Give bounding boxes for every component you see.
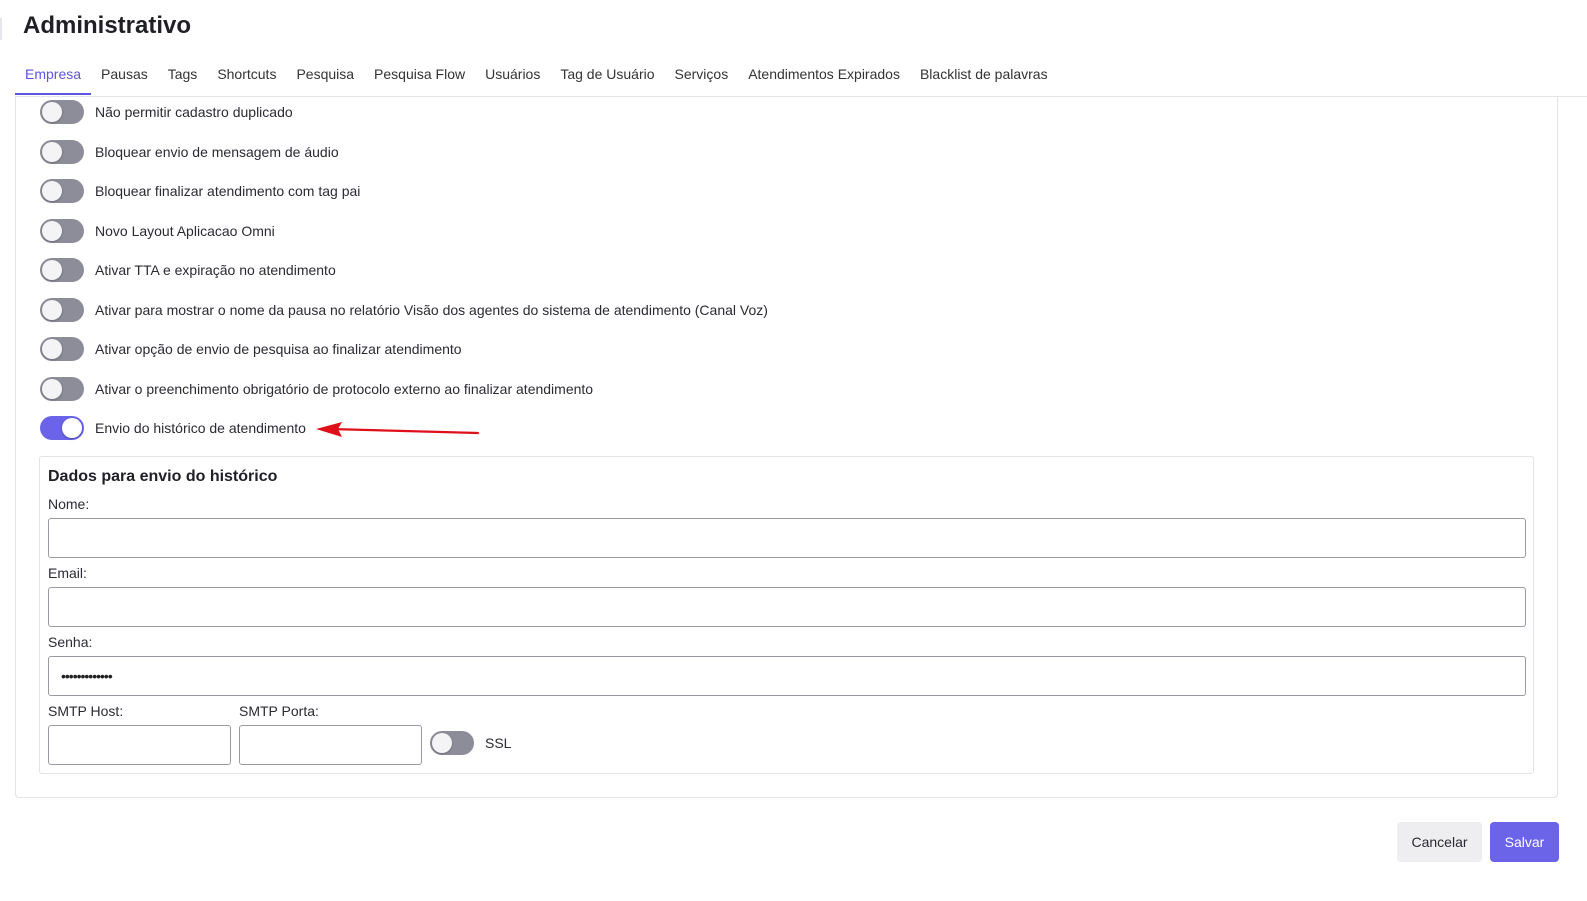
tab-shortcuts[interactable]: Shortcuts	[207, 59, 286, 95]
setting-label: Ativar o preenchimento obrigatório de pr…	[95, 380, 594, 397]
annotation-arrow-icon	[316, 422, 480, 437]
email-label: Email:	[48, 565, 87, 581]
setting-row-bloquear-audio: Bloquear envio de mensagem de áudio	[40, 139, 940, 164]
toggle-knob	[42, 181, 62, 201]
setting-row-bloquear-tag-pai: Bloquear finalizar atendimento com tag p…	[40, 179, 940, 203]
ssl-toggle[interactable]	[430, 731, 474, 755]
tab-blacklist-de-palavras[interactable]: Blacklist de palavras	[910, 59, 1058, 95]
toggle-knob	[42, 141, 62, 162]
setting-label: Ativar para mostrar o nome da pausa no r…	[95, 301, 768, 318]
senha-field[interactable]	[48, 656, 1526, 696]
tab-atendimentos-expirados[interactable]: Atendimentos Expirados	[738, 59, 910, 95]
setting-row-protocolo-externo: Ativar o preenchimento obrigatório de pr…	[40, 376, 940, 401]
tab-pausas[interactable]: Pausas	[91, 59, 158, 95]
toggle-switch[interactable]	[40, 100, 84, 124]
toggle-knob	[42, 339, 62, 359]
page-title: Administrativo	[23, 12, 192, 39]
toggle-switch[interactable]	[40, 139, 84, 164]
setting-row-novo-layout: Novo Layout Aplicacao Omni	[40, 218, 940, 243]
toggle-switch-envio-historico[interactable]	[40, 416, 84, 440]
setting-label: Ativar TTA e expiração no atendimento	[95, 262, 336, 278]
toggle-switch[interactable]	[40, 179, 84, 203]
toggle-switch[interactable]	[40, 218, 84, 243]
setting-label: Ativar opção de envio de pesquisa ao fin…	[95, 341, 462, 357]
tab-tag-de-usuario[interactable]: Tag de Usuário	[550, 59, 664, 95]
cancel-button[interactable]: Cancelar	[1397, 822, 1482, 862]
setting-label: Bloquear finalizar atendimento com tag p…	[95, 183, 361, 199]
left-edge-handle	[0, 18, 2, 40]
setting-label: Não permitir cadastro duplicado	[95, 104, 293, 120]
setting-row-envio-historico: Envio do histórico de atendimento	[40, 416, 940, 440]
nome-field[interactable]	[48, 518, 1526, 558]
tab-tags[interactable]: Tags	[158, 59, 208, 95]
toggle-knob	[42, 220, 62, 241]
email-field[interactable]	[48, 587, 1526, 627]
tab-pesquisa-flow[interactable]: Pesquisa Flow	[364, 59, 475, 95]
smtp-porta-field[interactable]	[239, 725, 422, 765]
setting-row-envio-pesquisa: Ativar opção de envio de pesquisa ao fin…	[40, 337, 940, 361]
tab-bar: Empresa Pausas Tags Shortcuts Pesquisa P…	[15, 59, 1058, 95]
toggle-switch[interactable]	[40, 337, 84, 361]
setting-row-nao-permitir-cadastro-duplicado: Não permitir cadastro duplicado	[40, 100, 940, 124]
tab-usuarios[interactable]: Usuários	[475, 59, 550, 95]
nome-label: Nome:	[48, 496, 90, 512]
toggle-knob	[42, 299, 62, 320]
setting-row-ativar-tta: Ativar TTA e expiração no atendimento	[40, 258, 940, 282]
tab-servicos[interactable]: Serviços	[665, 59, 739, 95]
setting-label: Bloquear envio de mensagem de áudio	[95, 143, 339, 160]
ssl-label: SSL	[485, 735, 512, 751]
smtp-host-label: SMTP Host:	[48, 703, 124, 719]
toggle-switch[interactable]	[40, 376, 84, 401]
toggle-knob	[42, 378, 62, 399]
toggle-switch[interactable]	[40, 297, 84, 322]
toggle-knob	[42, 260, 62, 280]
toggle-knob	[42, 102, 62, 122]
smtp-porta-label: SMTP Porta:	[239, 703, 319, 719]
setting-label: Novo Layout Aplicacao Omni	[95, 222, 275, 239]
toggle-switch[interactable]	[40, 258, 84, 282]
smtp-host-field[interactable]	[48, 725, 231, 765]
tab-pesquisa[interactable]: Pesquisa	[286, 59, 364, 95]
toggle-knob	[62, 418, 82, 438]
settings-list: Não permitir cadastro duplicado Bloquear…	[40, 100, 940, 456]
setting-row-nome-pausa-relatorio: Ativar para mostrar o nome da pausa no r…	[40, 297, 940, 322]
senha-label: Senha:	[48, 634, 93, 650]
save-button[interactable]: Salvar	[1490, 822, 1559, 862]
setting-label: Envio do histórico de atendimento	[95, 420, 306, 436]
toggle-knob	[432, 733, 452, 753]
history-panel-title: Dados para envio do histórico	[48, 468, 278, 485]
tab-empresa[interactable]: Empresa	[15, 59, 92, 95]
